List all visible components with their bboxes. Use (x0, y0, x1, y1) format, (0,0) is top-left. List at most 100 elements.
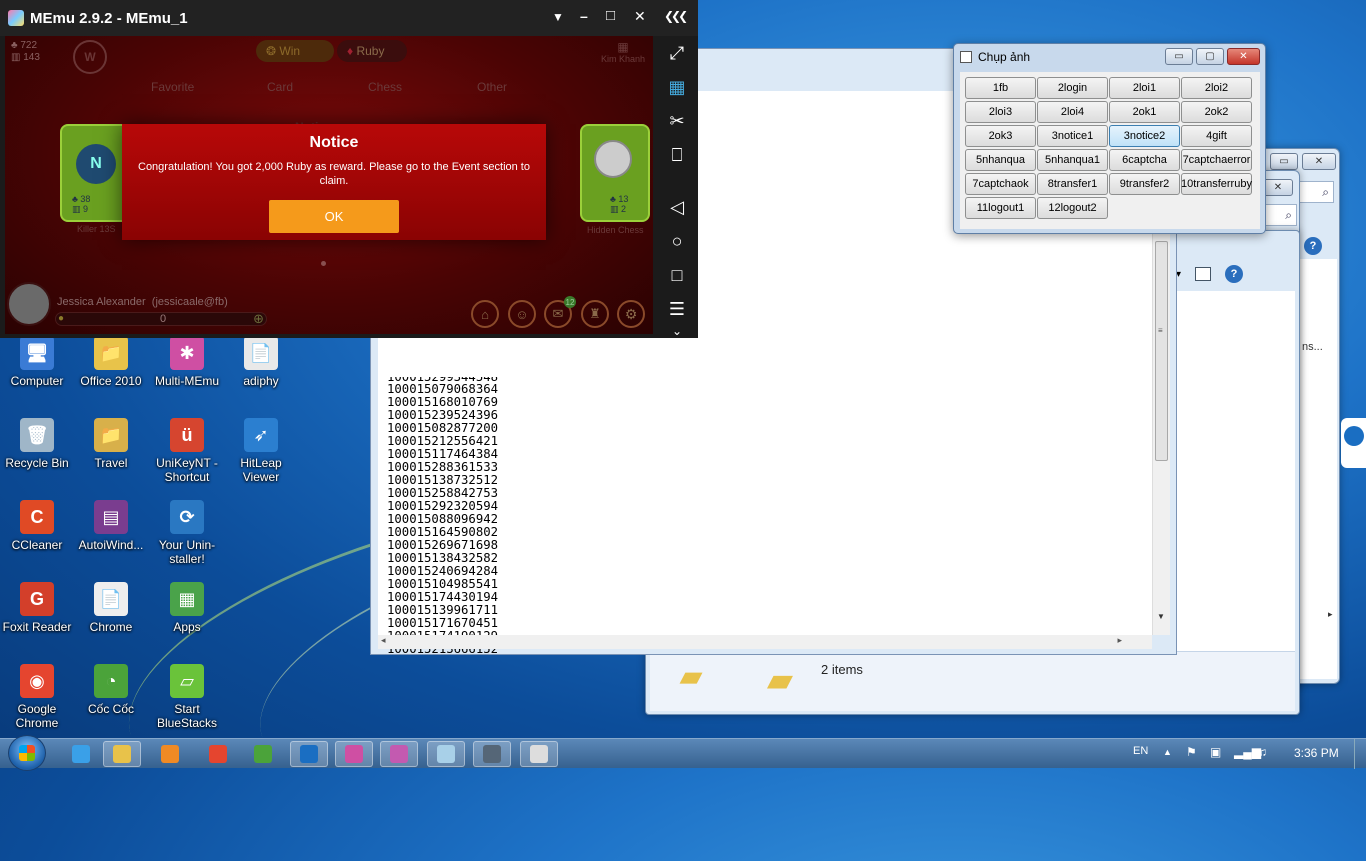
desktop-icon[interactable]: 🗑 Recycle Bin (0, 418, 74, 470)
recent-apps-icon[interactable]: □ (663, 262, 691, 288)
capture-button-4gift[interactable]: 4gift (1181, 125, 1252, 147)
desktop-icon[interactable]: G Foxit Reader (0, 582, 74, 634)
category-chess[interactable]: Chess (368, 80, 402, 94)
text-content[interactable]: 1000152993445481000150790683641000151680… (387, 377, 498, 656)
ok-button[interactable]: OK (269, 200, 399, 233)
shop-icon[interactable]: ⌂ (471, 300, 499, 328)
capture-button-5nhanqua[interactable]: 5nhanqua (965, 149, 1036, 171)
desktop-icon[interactable]: ü UniKeyNT - Shortcut (150, 418, 224, 484)
desktop-icon[interactable]: ▦ Apps (150, 582, 224, 634)
settings-icon[interactable]: ⚙ (617, 300, 645, 328)
preview-pane-icon[interactable] (1195, 267, 1212, 281)
back-icon[interactable]: ◁ (663, 194, 691, 220)
expand-icon[interactable]: ⌄ (663, 318, 691, 344)
desktop-icon[interactable]: C CCleaner (0, 500, 74, 552)
minimize-icon[interactable]: – (580, 8, 588, 24)
capture-button-7captchaok[interactable]: 7captchaok (965, 173, 1036, 195)
taskbar-app-autoit[interactable] (473, 741, 511, 767)
close-button[interactable]: ✕ (1302, 153, 1336, 170)
capture-button-2ok2[interactable]: 2ok2 (1181, 101, 1252, 123)
desktop-icon[interactable]: ➶ HitLeap Viewer (224, 418, 298, 484)
capture-button-11logout1[interactable]: 11logout1 (965, 197, 1036, 219)
clock[interactable]: 3:36 PM (1294, 746, 1339, 760)
capture-button-5nhanqua1[interactable]: 5nhanqua1 (1037, 149, 1108, 171)
tray-expand-icon[interactable]: ▲ (1163, 747, 1172, 757)
screenshot-icon[interactable]: ✂ (663, 108, 691, 134)
collapse-sidebar-icon[interactable]: ❮❮❮ (664, 9, 688, 23)
maximize-icon[interactable]: □ (606, 7, 615, 24)
taskbar-app-coccoc[interactable] (244, 741, 282, 767)
desktop-icon[interactable]: 🖥 Computer (0, 336, 74, 388)
category-other[interactable]: Other (477, 80, 507, 94)
shake-icon[interactable]: ⎕ (663, 142, 691, 168)
network-icon[interactable]: ▂▄▆ (1234, 745, 1261, 759)
taskbar-app-multimemu[interactable] (380, 741, 418, 767)
capture-button-2ok1[interactable]: 2ok1 (1109, 101, 1180, 123)
memu-titlebar[interactable]: MEmu 2.9.2 - MEmu_1 ▼ – □ ✕ ❮❮❮ (0, 0, 698, 36)
capture-button-2loi4[interactable]: 2loi4 (1037, 101, 1108, 123)
capture-button-7captchaerror[interactable]: 7captchaerror (1181, 149, 1252, 171)
desktop-icon[interactable]: ▱ Start BlueStacks (150, 664, 224, 730)
close-icon[interactable]: ✕ (634, 8, 646, 25)
taskbar-app-window[interactable] (520, 741, 558, 767)
close-button[interactable]: ✕ (1263, 179, 1293, 196)
horizontal-scrollbar[interactable]: ◂ ▸ (378, 635, 1152, 649)
scroll-left-arrow[interactable]: ◂ (381, 635, 386, 646)
capture-button-6captcha[interactable]: 6captcha (1109, 149, 1180, 171)
tab-win[interactable]: ❂ Win (256, 40, 334, 62)
desktop-icon[interactable]: ◔ Cốc Cốc (74, 664, 148, 716)
taskbar-app-teamviewer[interactable] (290, 741, 328, 767)
scroll-right-arrow[interactable]: ▸ (1117, 635, 1122, 646)
minimize-button[interactable]: ▭ (1165, 48, 1193, 65)
category-card[interactable]: Card (267, 80, 293, 94)
category-favorite[interactable]: Favorite (151, 80, 194, 94)
keyboard-mapping-icon[interactable]: ▦ (663, 74, 691, 100)
close-button[interactable]: ✕ (1227, 48, 1260, 65)
tab-ruby[interactable]: ♦ Ruby (337, 40, 407, 62)
scrollbar-thumb[interactable]: ≡ (1155, 241, 1168, 461)
capture-button-3notice2[interactable]: 3notice2 (1109, 125, 1180, 147)
capture-button-1fb[interactable]: 1fb (965, 77, 1036, 99)
capture-button-2login[interactable]: 2login (1037, 77, 1108, 99)
capture-button-9transfer2[interactable]: 9transfer2 (1109, 173, 1180, 195)
scroll-right-arrow[interactable]: ▸ (1328, 609, 1333, 620)
memu-window[interactable]: MEmu 2.9.2 - MEmu_1 ▼ – □ ✕ ❮❮❮ ♣ 722 ▥ … (0, 0, 698, 338)
search-box[interactable]: ⌕ (1298, 181, 1334, 203)
capture-button-2loi2[interactable]: 2loi2 (1181, 77, 1252, 99)
search-box[interactable]: ⌕ (1263, 204, 1297, 226)
capture-button-12logout2[interactable]: 12logout2 (1037, 197, 1108, 219)
capture-button-3notice1[interactable]: 3notice1 (1037, 125, 1108, 147)
taskbar-app-explorer[interactable] (103, 741, 141, 767)
help-icon[interactable]: ? (1225, 265, 1244, 283)
show-desktop-button[interactable] (1354, 739, 1366, 769)
scroll-down-arrow[interactable]: ▼ (1157, 612, 1165, 621)
taskbar-app-notepad[interactable] (427, 741, 465, 767)
capture-button-10transferruby[interactable]: 10transferruby (1181, 173, 1252, 195)
game-card-killer13s[interactable]: N ♣ 38 ▥ 9 (60, 124, 130, 222)
chup-anh-window[interactable]: Chụp ảnh ▭ ▢ ✕ 1fb 2login 2loi1 2loi2 2loi3 2… (953, 43, 1266, 234)
action-center-icon[interactable]: ⚑ (1186, 745, 1197, 759)
desktop-icon[interactable]: 📄 adiphy (224, 336, 298, 388)
help-icon[interactable]: ? (1304, 237, 1322, 255)
friends-icon[interactable]: ☺ (508, 300, 536, 328)
desktop-icon[interactable]: ◉ Google Chrome (0, 664, 74, 730)
capture-button-2ok3[interactable]: 2ok3 (965, 125, 1036, 147)
capture-button-2loi1[interactable]: 2loi1 (1109, 77, 1180, 99)
capture-button-2loi3[interactable]: 2loi3 (965, 101, 1036, 123)
teamviewer-side-tab[interactable] (1341, 418, 1366, 468)
desktop-icon[interactable]: ▤ AutoiWind... (74, 500, 148, 552)
add-balance-icon[interactable]: ⊕ (253, 311, 264, 327)
start-button[interactable] (8, 735, 46, 771)
desktop-icon[interactable]: ⟳ Your Unin-staller! (150, 500, 224, 566)
taskbar-app-ie[interactable] (62, 741, 100, 767)
maximize-button[interactable]: ▢ (1196, 48, 1224, 65)
taskbar-app-chrome[interactable] (199, 741, 237, 767)
language-indicator[interactable]: EN (1133, 745, 1148, 757)
desktop-icon[interactable]: ✱ Multi-MEmu (150, 336, 224, 388)
device-icon[interactable]: ▣ (1210, 745, 1221, 759)
desktop-icon[interactable]: 📁 Travel (74, 418, 148, 470)
fullscreen-icon[interactable]: ⤢ (663, 40, 691, 66)
menu-dropdown-icon[interactable]: ▼ (552, 10, 564, 24)
capture-button-8transfer1[interactable]: 8transfer1 (1037, 173, 1108, 195)
game-screen[interactable]: ♣ 722 ▥ 143 W ❂ Win ♦ Ruby ▦ Kim Khanh Fa… (5, 36, 653, 334)
